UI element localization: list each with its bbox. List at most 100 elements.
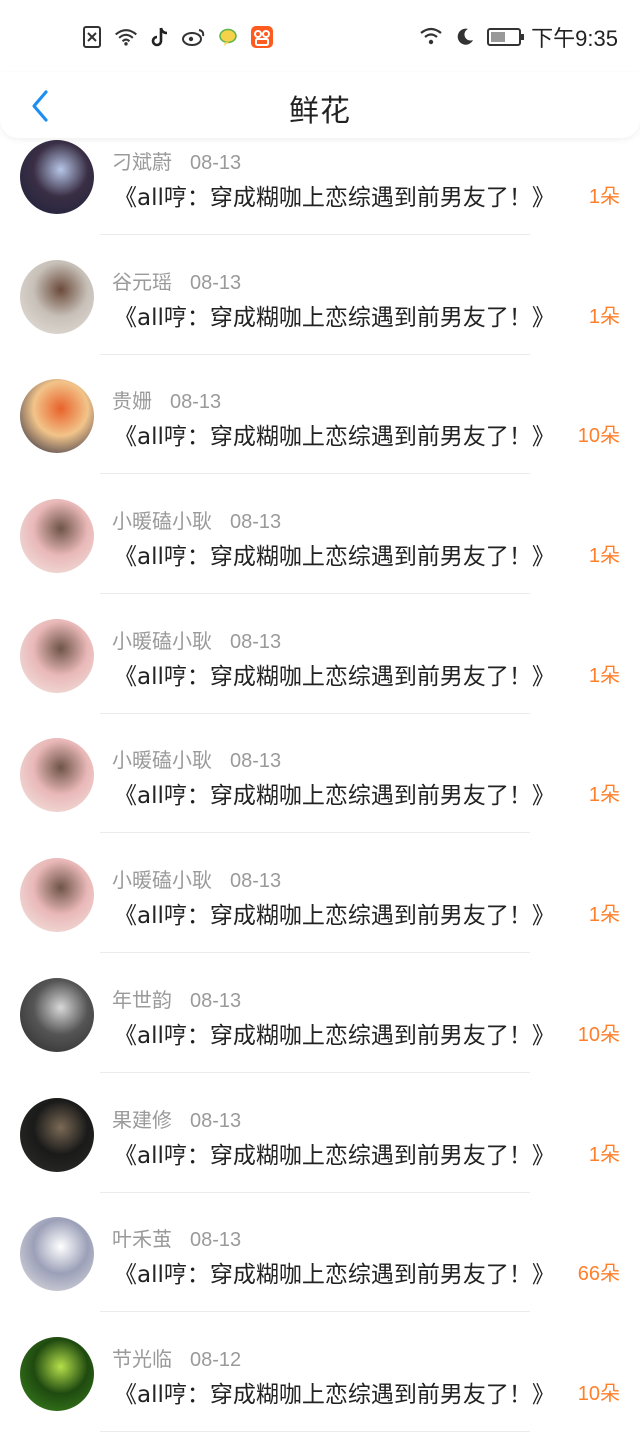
user-name-text: 小暖磕小耿: [112, 750, 212, 773]
avatar[interactable]: [20, 379, 94, 454]
divider: [100, 473, 530, 475]
user-name-text: 年世韵: [112, 989, 172, 1012]
user-name-text: 果建修: [112, 1109, 172, 1132]
item-date: 08-13: [190, 152, 242, 174]
book-title[interactable]: 《all哼：穿成糊咖上恋综遇到前男友了！》: [114, 1136, 555, 1170]
user-name: 小暖磕小耿 08-13: [112, 744, 281, 773]
wifi-icon: [419, 25, 443, 49]
avatar[interactable]: [20, 259, 94, 334]
flower-count: 10朵: [577, 1023, 620, 1046]
user-name: 小暖磕小耿 08-13: [112, 625, 281, 654]
list-item[interactable]: 谷元瑶 08-13 《all哼：穿成糊咖上恋综遇到前男友了！》 1朵: [0, 258, 640, 378]
flower-list: 刁斌蔚 08-13 《all哼：穿成糊咖上恋综遇到前男友了！》 1朵 谷元瑶 08-13 《…: [0, 138, 640, 1455]
avatar[interactable]: [20, 618, 94, 693]
list-item[interactable]: 年世韵 08-13 《all哼：穿成糊咖上恋综遇到前男友了！》 10朵: [0, 976, 640, 1096]
item-date: 08-13: [190, 271, 242, 294]
item-date: 08-13: [230, 511, 282, 534]
book-title[interactable]: 《all哼：穿成糊咖上恋综遇到前男友了！》: [114, 1375, 555, 1409]
flower-count: 1朵: [588, 545, 620, 568]
flower-count: 1朵: [588, 664, 620, 687]
item-date: 08-13: [230, 870, 282, 893]
flower-count: 66朵: [577, 1263, 620, 1286]
item-date: 08-13: [170, 391, 222, 414]
user-name: 叶禾茧 08-13: [112, 1223, 241, 1252]
user-name: 果建修 08-13: [112, 1104, 241, 1133]
user-name: 小暖磕小耿 08-13: [112, 864, 281, 893]
divider: [100, 353, 530, 355]
book-title[interactable]: 《all哼：穿成糊咖上恋综遇到前男友了！》: [114, 178, 555, 212]
book-title[interactable]: 《all哼：穿成糊咖上恋综遇到前男友了！》: [114, 657, 555, 691]
flower-count: 1朵: [588, 904, 620, 927]
avatar[interactable]: [20, 1217, 94, 1292]
page-title: 鲜花: [289, 94, 351, 129]
list-item[interactable]: 小暖磕小耿 08-13 《all哼：穿成糊咖上恋综遇到前男友了！》 1朵: [0, 497, 640, 617]
user-name-text: 刁斌蔚: [112, 152, 172, 174]
divider: [100, 1191, 530, 1193]
book-title[interactable]: 《all哼：穿成糊咖上恋综遇到前男友了！》: [114, 896, 555, 930]
item-date: 08-13: [190, 1229, 242, 1252]
item-date: 08-13: [190, 989, 242, 1012]
avatar[interactable]: [20, 1097, 94, 1172]
list-item[interactable]: 贵姗 08-13 《all哼：穿成糊咖上恋综遇到前男友了！》 10朵: [0, 377, 640, 497]
book-title[interactable]: 《all哼：穿成糊咖上恋综遇到前男友了！》: [114, 1016, 555, 1050]
list-item[interactable]: 节光临 08-12 《all哼：穿成糊咖上恋综遇到前男友了！》 10朵: [0, 1335, 640, 1455]
divider: [100, 952, 530, 954]
list-item[interactable]: 小暖磕小耿 08-13 《all哼：穿成糊咖上恋综遇到前男友了！》 1朵: [0, 617, 640, 737]
avatar[interactable]: [20, 140, 94, 214]
avatar[interactable]: [20, 977, 94, 1052]
avatar[interactable]: [20, 499, 94, 574]
divider: [100, 712, 530, 714]
list-item[interactable]: 小暖磕小耿 08-13 《all哼：穿成糊咖上恋综遇到前男友了！》 1朵: [0, 736, 640, 856]
list-item[interactable]: 刁斌蔚 08-13 《all哼：穿成糊咖上恋综遇到前男友了！》 1朵: [0, 138, 640, 258]
divider: [100, 234, 530, 235]
book-title[interactable]: 《all哼：穿成糊咖上恋综遇到前男友了！》: [114, 537, 555, 571]
list-item[interactable]: 小暖磕小耿 08-13 《all哼：穿成糊咖上恋综遇到前男友了！》 1朵: [0, 856, 640, 976]
tiktok-icon: [148, 25, 172, 49]
divider: [100, 1430, 530, 1432]
status-left-icons: [80, 22, 274, 52]
flower-count: 10朵: [577, 425, 620, 448]
chat-bubble-icon: [216, 25, 240, 49]
battery-icon: [487, 28, 525, 46]
user-name-text: 小暖磕小耿: [112, 630, 212, 653]
item-date: 08-13: [230, 630, 282, 653]
divider: [100, 593, 530, 595]
user-name: 年世韵 08-13: [112, 984, 241, 1013]
item-date: 08-13: [190, 1109, 242, 1132]
item-date: 08-13: [230, 750, 282, 773]
avatar[interactable]: [20, 858, 94, 933]
flower-count: 1朵: [588, 305, 620, 328]
book-title[interactable]: 《all哼：穿成糊咖上恋综遇到前男友了！》: [114, 298, 555, 332]
list-item[interactable]: 叶禾茧 08-13 《all哼：穿成糊咖上恋综遇到前男友了！》 66朵: [0, 1215, 640, 1335]
user-name: 刁斌蔚 08-13: [112, 146, 241, 175]
status-bar: 下午9:35: [0, 0, 640, 72]
user-name-text: 谷元瑶: [112, 271, 172, 294]
item-date: 08-12: [190, 1348, 242, 1371]
user-name: 贵姗 08-13: [112, 385, 221, 414]
kuaishou-icon: [250, 25, 274, 49]
user-name-text: 小暖磕小耿: [112, 870, 212, 893]
divider: [100, 1311, 530, 1313]
divider: [100, 832, 530, 834]
battery-fill: [491, 32, 505, 42]
user-name-text: 节光临: [112, 1348, 172, 1371]
moon-icon: [453, 25, 477, 49]
avatar[interactable]: [20, 1336, 94, 1411]
avatar[interactable]: [20, 738, 94, 813]
status-right-icons: 下午9:35: [419, 22, 618, 52]
user-name-text: 小暖磕小耿: [112, 511, 212, 534]
nav-bar: 鲜花: [0, 72, 640, 138]
user-name: 小暖磕小耿 08-13: [112, 505, 281, 534]
flower-count: 1朵: [588, 1143, 620, 1166]
user-name-text: 贵姗: [112, 391, 152, 414]
flower-count: 10朵: [577, 1382, 620, 1405]
flower-count: 1朵: [588, 186, 620, 208]
status-time: 下午9:35: [531, 26, 618, 51]
book-title[interactable]: 《all哼：穿成糊咖上恋综遇到前男友了！》: [114, 1255, 555, 1289]
book-title[interactable]: 《all哼：穿成糊咖上恋综遇到前男友了！》: [114, 417, 555, 451]
wifi-speed-icon: [114, 25, 138, 49]
list-item[interactable]: 果建修 08-13 《all哼：穿成糊咖上恋综遇到前男友了！》 1朵: [0, 1096, 640, 1216]
flower-count: 1朵: [588, 784, 620, 807]
user-name-text: 叶禾茧: [112, 1229, 172, 1252]
book-title[interactable]: 《all哼：穿成糊咖上恋综遇到前男友了！》: [114, 776, 555, 810]
